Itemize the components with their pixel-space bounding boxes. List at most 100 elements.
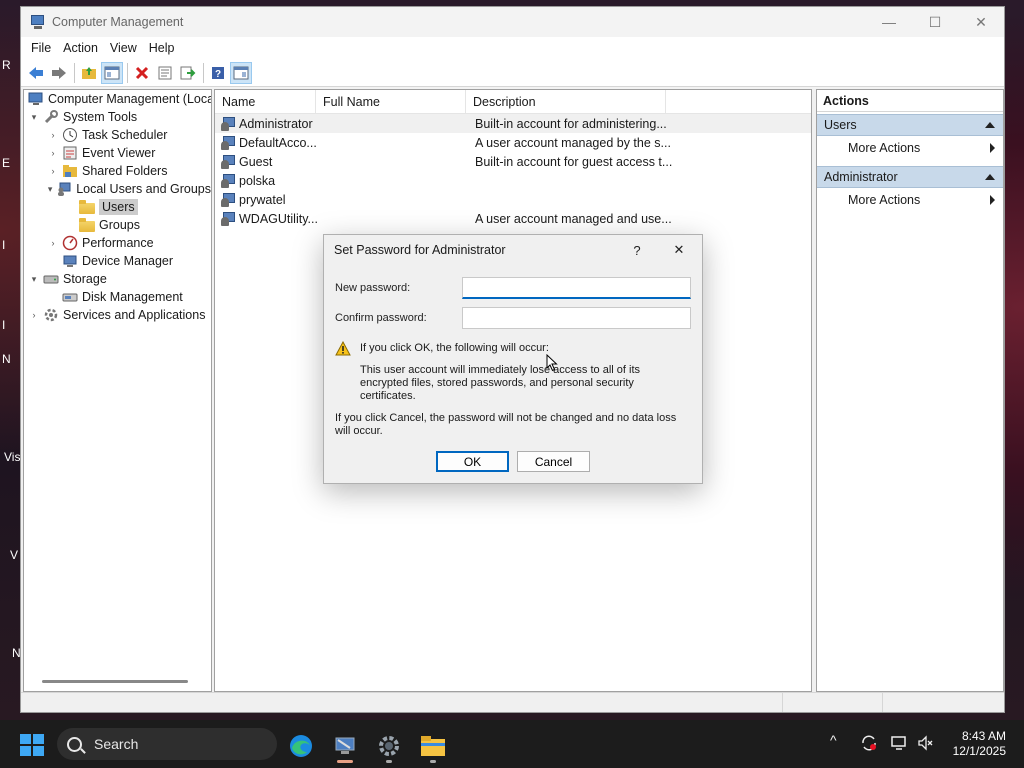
actions-section-administrator[interactable]: Administrator (817, 166, 1003, 188)
clock[interactable]: 8:43 AM 12/1/2025 (940, 729, 1006, 759)
list-item[interactable]: DefaultAcco... A user account managed by… (215, 133, 811, 152)
network-icon[interactable] (890, 734, 908, 755)
chevron-right-icon[interactable]: › (47, 165, 59, 177)
chevron-down-icon[interactable]: ▾ (47, 183, 53, 195)
computer-management-icon (30, 14, 46, 30)
delete-icon[interactable] (131, 62, 153, 84)
windows-start-icon[interactable] (20, 734, 44, 756)
tree-item-users[interactable]: Users (24, 198, 211, 216)
volume-muted-icon[interactable] (917, 734, 935, 755)
list-item[interactable]: prywatel (215, 190, 811, 209)
tree-item-label: System Tools (63, 110, 138, 124)
desktop-fragment: N (2, 352, 11, 366)
chevron-right-icon[interactable]: › (47, 147, 59, 159)
user-name: Administrator (239, 116, 313, 131)
dialog-close-button[interactable]: ✕ (656, 235, 702, 265)
tree-item-local-users-and-groups[interactable]: ▾ Local Users and Groups (24, 180, 211, 198)
menu-help[interactable]: Help (143, 41, 181, 55)
list-item[interactable]: WDAGUtility... A user account managed an… (215, 209, 811, 228)
collapse-arrow-icon[interactable] (985, 174, 995, 180)
submenu-arrow-icon (990, 143, 995, 153)
maximize-button[interactable]: ☐ (912, 7, 958, 37)
status-segment (21, 693, 783, 712)
tree-horizontal-scrollbar[interactable] (42, 680, 188, 683)
desktop-fragment: I (2, 238, 6, 252)
chevron-right-icon[interactable]: › (28, 309, 40, 321)
search-icon (67, 736, 82, 752)
computer-management-taskbar-icon[interactable] (325, 728, 365, 764)
chevron-down-icon[interactable]: ▾ (28, 273, 40, 285)
menu-action[interactable]: Action (57, 41, 104, 55)
user-description: A user account managed by the s... (475, 135, 671, 150)
actions-section-users[interactable]: Users (817, 114, 1003, 136)
close-button[interactable]: ✕ (958, 7, 1004, 37)
tree-item-disk-management[interactable]: Disk Management (24, 288, 211, 306)
folder-icon (79, 200, 95, 214)
tree-item-shared-folders[interactable]: › Shared Folders (24, 162, 211, 180)
tree-item-computer-management[interactable]: Computer Management (Local (24, 90, 211, 108)
device-manager-icon (62, 253, 78, 269)
title-bar[interactable]: Computer Management — ☐ ✕ (21, 7, 1004, 37)
toolbar: ? (21, 59, 1004, 87)
actions-section-label: Users (824, 118, 857, 132)
new-password-row: New password: (335, 277, 691, 299)
properties-icon[interactable] (154, 62, 176, 84)
list-item[interactable]: Guest Built-in account for guest access … (215, 152, 811, 171)
users-icon (56, 181, 72, 197)
collapse-arrow-icon[interactable] (985, 122, 995, 128)
sync-icon[interactable] (860, 734, 878, 755)
settings-gear-icon[interactable] (369, 728, 409, 764)
show-hide-action-pane-icon[interactable] (230, 61, 252, 84)
new-password-input[interactable] (462, 277, 691, 299)
tree-item-label: Groups (99, 218, 140, 232)
tree-item-device-manager[interactable]: Device Manager (24, 252, 211, 270)
toolbar-separator (203, 62, 204, 83)
user-icon (221, 173, 237, 189)
dialog-title-bar[interactable]: Set Password for Administrator ? ✕ (324, 235, 702, 265)
help-icon[interactable]: ? (207, 62, 229, 84)
chevron-right-icon[interactable]: › (47, 237, 59, 249)
menu-view[interactable]: View (104, 41, 143, 55)
tree-item-services-and-applications[interactable]: › Services and Applications (24, 306, 211, 324)
set-password-dialog: Set Password for Administrator ? ✕ New p… (323, 234, 703, 484)
user-name: DefaultAcco... (239, 135, 317, 150)
menu-file[interactable]: File (25, 41, 57, 55)
tree-item-label: Device Manager (82, 254, 174, 268)
tree-item-storage[interactable]: ▾ Storage (24, 270, 211, 288)
forward-arrow-icon[interactable] (48, 62, 70, 84)
minimize-button[interactable]: — (866, 7, 912, 37)
export-list-icon[interactable] (177, 62, 199, 84)
show-hidden-icons-chevron[interactable]: ^ (830, 732, 837, 748)
action-label: More Actions (848, 141, 921, 155)
tree-item-label: Storage (63, 272, 107, 286)
action-more-actions[interactable]: More Actions (817, 136, 1003, 160)
tree-item-performance[interactable]: › Performance (24, 234, 211, 252)
column-header-full-name[interactable]: Full Name (316, 90, 466, 114)
tree-item-system-tools[interactable]: ▾ System Tools (24, 108, 211, 126)
list-item[interactable]: Administrator Built-in account for admin… (215, 114, 811, 133)
tree-item-event-viewer[interactable]: › Event Viewer (24, 144, 211, 162)
chevron-down-icon[interactable]: ▾ (28, 111, 40, 123)
desktop-fragment: V (10, 548, 19, 562)
tree-item-task-scheduler[interactable]: › Task Scheduler (24, 126, 211, 144)
help-button[interactable]: ? (618, 235, 656, 265)
column-header-name[interactable]: Name (215, 90, 316, 114)
desktop-fragment: E (2, 156, 11, 170)
up-folder-icon[interactable] (78, 62, 100, 84)
action-label: More Actions (848, 193, 921, 207)
cancel-button[interactable]: Cancel (517, 451, 590, 472)
action-more-actions[interactable]: More Actions (817, 188, 1003, 212)
tree-item-groups[interactable]: Groups (24, 216, 211, 234)
confirm-password-input[interactable] (462, 307, 691, 329)
mouse-pointer-icon (546, 354, 558, 372)
taskbar-search[interactable]: Search (57, 728, 277, 760)
back-arrow-icon[interactable] (25, 62, 47, 84)
edge-browser-icon[interactable] (281, 728, 321, 764)
column-header-description[interactable]: Description (466, 90, 666, 114)
chevron-right-icon[interactable]: › (47, 129, 59, 141)
new-password-label: New password: (335, 282, 411, 294)
file-explorer-icon[interactable] (413, 728, 453, 764)
show-hide-console-tree-icon[interactable] (101, 61, 123, 84)
ok-button[interactable]: OK (436, 451, 509, 472)
list-item[interactable]: polska (215, 171, 811, 190)
